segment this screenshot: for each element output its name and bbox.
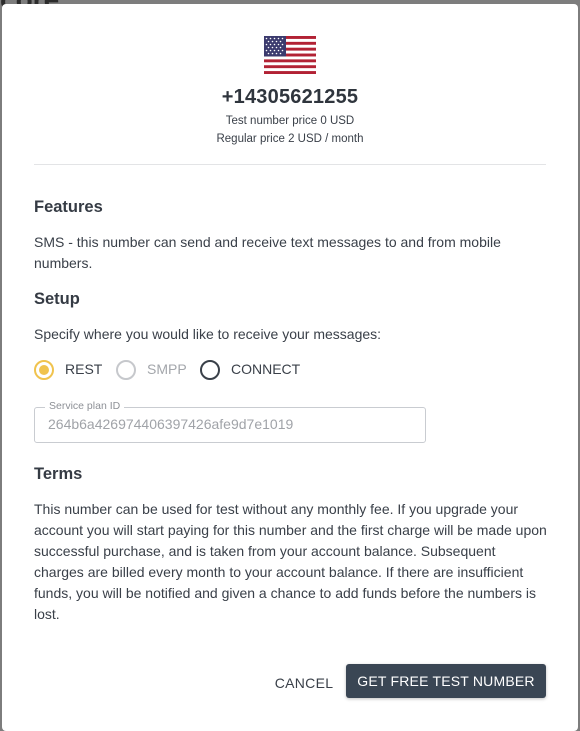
- phone-number: +14305621255: [221, 86, 359, 108]
- terms-heading: Terms: [34, 465, 83, 483]
- setup-prompt: Specify where you would like to receive …: [34, 326, 382, 342]
- test-price: Test number price 0 USD: [225, 115, 355, 127]
- get-free-test-number-button[interactable]: GET FREE TEST NUMBER: [346, 664, 546, 698]
- service-plan-label: Service plan ID: [45, 400, 125, 412]
- terms-text: This number can be used for test without…: [34, 501, 547, 622]
- regular-price: Regular price 2 USD / month: [216, 133, 364, 145]
- features-text: SMS - this number can send and receive t…: [34, 234, 501, 271]
- cancel-button[interactable]: CANCEL: [264, 666, 344, 700]
- header-divider: [34, 164, 546, 165]
- buy-number-dialog: +14305621255 Test number price 0 USD Reg…: [2, 4, 578, 731]
- setup-heading: Setup: [34, 290, 80, 308]
- us-flag-icon: [264, 36, 316, 74]
- radio-connect-circle[interactable]: [200, 360, 220, 380]
- radio-rest-label[interactable]: REST: [65, 361, 102, 377]
- service-plan-input[interactable]: [48, 416, 408, 432]
- radio-connect-label[interactable]: CONNECT: [231, 361, 300, 377]
- service-plan-field: Service plan ID: [34, 400, 426, 443]
- radio-rest-circle[interactable]: [34, 360, 54, 380]
- features-heading: Features: [34, 198, 103, 216]
- radio-smpp-label: SMPP: [147, 361, 187, 377]
- radio-smpp-circle: [116, 360, 136, 380]
